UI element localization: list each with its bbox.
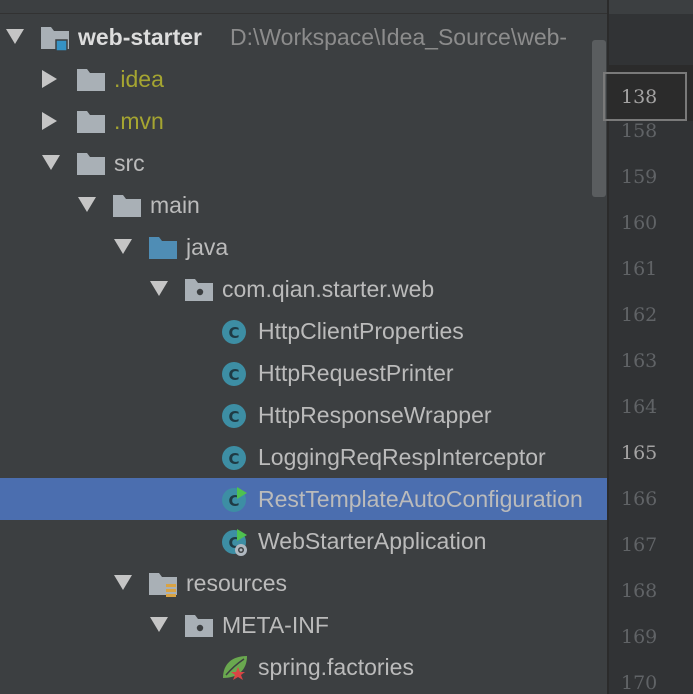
tree-item-label: spring.factories <box>258 654 414 680</box>
expand-arrow-icon[interactable] <box>150 281 168 296</box>
tree-item-label: web-starter <box>78 24 202 50</box>
project-tree: web-starter D:\Workspace\Idea_Source\web-… <box>0 0 607 694</box>
tree-item-label: WebStarterApplication <box>258 528 487 554</box>
package-icon <box>184 274 214 304</box>
resources-folder-icon <box>148 568 178 598</box>
tree-row-spring-factories[interactable]: spring.factories <box>0 646 607 688</box>
tree-row-com-qian-starter-web[interactable]: com.qian.starter.web <box>0 268 607 310</box>
svg-text:C: C <box>228 324 239 342</box>
source-folder-icon <box>148 232 178 262</box>
tree-header-divider <box>0 13 607 14</box>
svg-text:C: C <box>228 366 239 384</box>
tree-row-meta-inf[interactable]: META-INF <box>0 604 607 646</box>
gutter-top-strip <box>609 0 693 14</box>
module-path: D:\Workspace\Idea_Source\web- <box>230 24 568 50</box>
tree-row-resttemplateautoconfiguration[interactable]: C RestTemplateAutoConfiguration <box>0 478 607 520</box>
line-number: 166 <box>621 488 658 510</box>
tree-row-main[interactable]: main <box>0 184 607 226</box>
tree-item-label: HttpRequestPrinter <box>258 360 454 386</box>
class-icon: C <box>220 316 250 346</box>
tree-row-webstarterapplication[interactable]: C WebStarterApplication <box>0 520 607 562</box>
tree-item-label: .idea <box>114 66 164 92</box>
folder-icon <box>76 64 106 94</box>
tree-item-label: HttpResponseWrapper <box>258 402 492 428</box>
tree-item-label: java <box>186 234 229 260</box>
tree-row-idea[interactable]: .idea <box>0 58 607 100</box>
tree-item-label: .mvn <box>114 108 164 134</box>
line-number: 165 <box>621 442 658 464</box>
tree-item-label: main <box>150 192 200 218</box>
tree-row-web-starter[interactable]: web-starter D:\Workspace\Idea_Source\web- <box>0 16 607 58</box>
collapse-arrow-icon[interactable] <box>42 70 57 88</box>
tree-row-src[interactable]: src <box>0 142 607 184</box>
class-icon: C <box>220 400 250 430</box>
expand-arrow-icon[interactable] <box>78 197 96 212</box>
tree-row-java[interactable]: java <box>0 226 607 268</box>
line-number: 164 <box>621 396 658 418</box>
line-number: 162 <box>621 304 658 326</box>
class-icon: C <box>220 442 250 472</box>
tree-item-label: RestTemplateAutoConfiguration <box>258 486 583 512</box>
line-number: 160 <box>621 212 658 234</box>
line-number: 167 <box>621 534 658 556</box>
line-number: 168 <box>621 580 658 602</box>
current-line-box <box>603 72 687 121</box>
collapse-arrow-icon[interactable] <box>42 112 57 130</box>
line-number: 163 <box>621 350 658 372</box>
tree-item-label: com.qian.starter.web <box>222 276 435 302</box>
class-icon: C <box>220 358 250 388</box>
expand-arrow-icon[interactable] <box>114 239 132 254</box>
expand-arrow-icon[interactable] <box>42 155 60 170</box>
expand-arrow-icon[interactable] <box>6 29 24 44</box>
line-number: 158 <box>621 120 658 142</box>
config-class-icon: C <box>220 484 250 514</box>
tree-header-strip <box>0 0 607 14</box>
line-number: 169 <box>621 626 658 648</box>
folder-icon <box>76 148 106 178</box>
tree-row-httprequestprinter[interactable]: C HttpRequestPrinter <box>0 352 607 394</box>
expand-arrow-icon[interactable] <box>114 575 132 590</box>
spring-file-icon <box>220 652 250 682</box>
tree-row-httpresponsewrapper[interactable]: C HttpResponseWrapper <box>0 394 607 436</box>
folder-icon <box>112 190 142 220</box>
expand-arrow-icon[interactable] <box>150 617 168 632</box>
folder-icon <box>76 106 106 136</box>
tree-item-label: src <box>114 150 145 176</box>
line-number: 159 <box>621 166 658 188</box>
svg-text:C: C <box>228 450 239 468</box>
package-icon <box>184 610 214 640</box>
spring-boot-class-icon: C <box>220 526 250 556</box>
tree-item-label: LoggingReqRespInterceptor <box>258 444 546 470</box>
module-folder-icon <box>40 22 70 52</box>
tree-row-httpclientproperties[interactable]: C HttpClientProperties <box>0 310 607 352</box>
tree-row-loggingreqrespinterceptor[interactable]: C LoggingReqRespInterceptor <box>0 436 607 478</box>
line-number: 161 <box>621 258 658 280</box>
tree-item-label: resources <box>186 570 287 596</box>
tree-item-label: HttpClientProperties <box>258 318 464 344</box>
tree-row-resources[interactable]: resources <box>0 562 607 604</box>
tree-item-label: META-INF <box>222 612 329 638</box>
line-number: 170 <box>621 672 658 694</box>
svg-text:C: C <box>228 408 239 426</box>
tree-row-mvn[interactable]: .mvn <box>0 100 607 142</box>
